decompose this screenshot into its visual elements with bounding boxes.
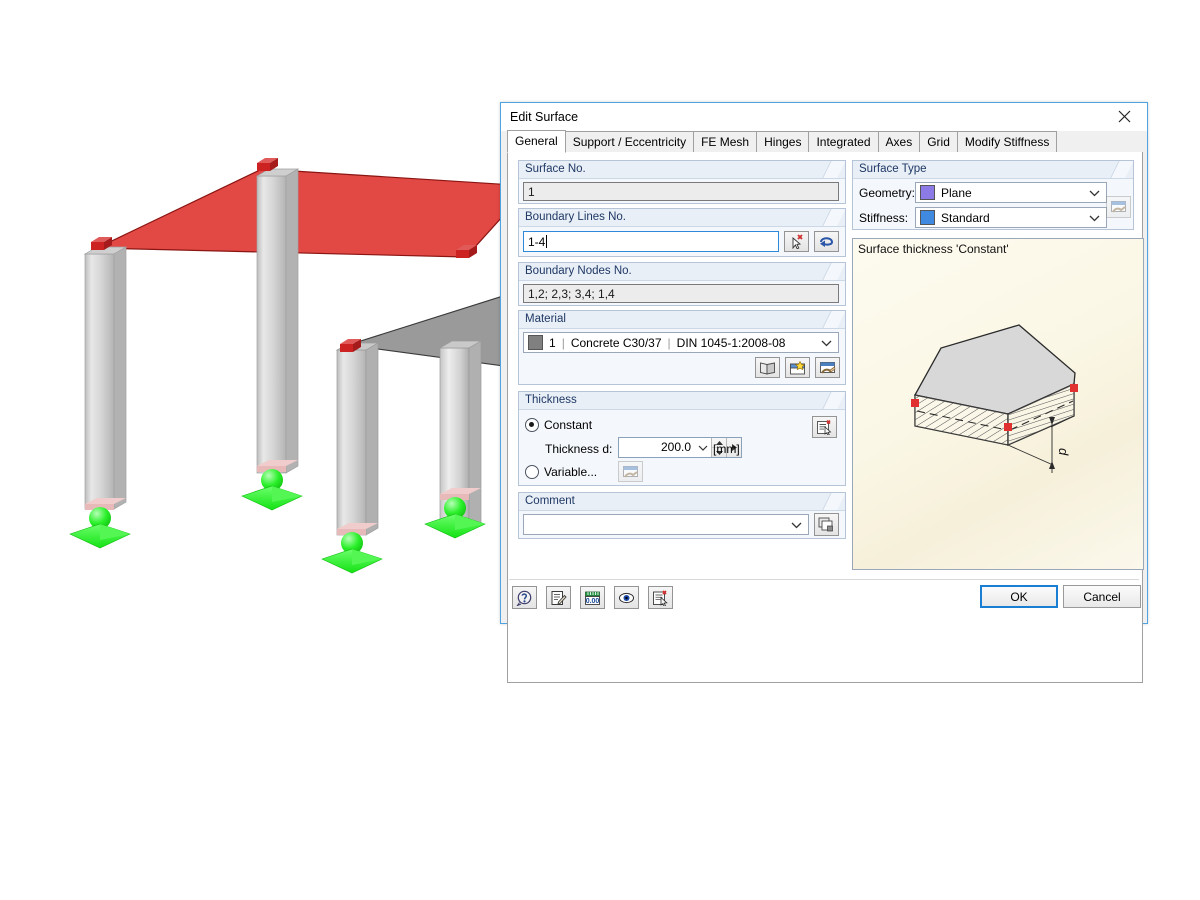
thickness-preview-panel: Surface thickness 'Constant' d [852, 238, 1144, 570]
comment-chevron-down-icon [791, 518, 802, 532]
material-color-swatch [528, 335, 543, 350]
geometry-chevron-down-icon [1089, 186, 1100, 200]
edit-material-icon[interactable] [815, 357, 840, 378]
stiffness-combo[interactable]: Standard [915, 207, 1107, 228]
preview-caption: Surface thickness 'Constant' [858, 242, 1009, 256]
cancel-button[interactable]: Cancel [1063, 585, 1141, 608]
tab-integrated[interactable]: Integrated [808, 131, 879, 152]
material-name: Concrete C30/37 [570, 335, 662, 350]
view-mode-icon[interactable] [614, 586, 639, 609]
thickness-variable-radio-row[interactable]: Variable... [525, 465, 597, 479]
edit-surface-dialog: Edit Surface General Support / Eccentric… [500, 102, 1148, 683]
comment-legend: Comment [519, 493, 845, 511]
dimension-label-d: d [1056, 448, 1071, 456]
chevron-down-icon [821, 336, 832, 350]
thickness-variable-label: Variable... [544, 465, 598, 479]
material-library-icon[interactable] [755, 357, 780, 378]
thickness-d-label: Thickness d: [545, 442, 613, 456]
material-combo[interactable]: 1 | Concrete C30/37 | DIN 1045-1:2008-08 [523, 332, 839, 353]
geometry-value: Plane [941, 185, 972, 200]
material-sep-2: | [667, 335, 671, 350]
pick-lines-icon[interactable] [784, 231, 809, 252]
surface-type-legend: Surface Type [853, 161, 1133, 179]
reverse-orientation-icon[interactable] [814, 231, 839, 252]
column-1[interactable] [83, 246, 128, 510]
comment-combo[interactable] [523, 514, 809, 535]
dialog-bottom-bar: 0.00 OK Cancel [501, 575, 1147, 623]
geometry-color-swatch [920, 185, 935, 200]
material-legend: Material [519, 311, 845, 329]
comment-group: Comment [518, 492, 846, 539]
boundary-nodes-legend: Boundary Nodes No. [519, 263, 845, 281]
boundary-lines-group: Boundary Lines No. 1-4 [518, 208, 846, 257]
thickness-info-icon[interactable] [812, 416, 837, 438]
ok-button[interactable]: OK [980, 585, 1058, 608]
tab-modify-stiffness[interactable]: Modify Stiffness [956, 131, 1058, 152]
dialog-title: Edit Surface [510, 110, 579, 124]
surface-no-group: Surface No. 1 [518, 160, 846, 204]
boundary-lines-input[interactable]: 1-4 [523, 231, 779, 252]
thickness-constant-label: Constant [544, 418, 593, 432]
thickness-d-value[interactable]: 200.0 [619, 438, 695, 457]
thickness-constant-radio-row[interactable]: Constant [525, 418, 592, 432]
text-caret [546, 235, 548, 248]
notes-icon[interactable] [546, 586, 571, 609]
material-sep-1: | [561, 335, 565, 350]
preview-diagram: d [911, 324, 1078, 473]
geometry-label: Geometry: [859, 186, 916, 200]
details-icon[interactable] [648, 586, 673, 609]
bottom-divider [509, 579, 1139, 580]
new-material-icon[interactable] [785, 357, 810, 378]
boundary-lines-value: 1-4 [528, 235, 546, 249]
edit-stiffness-icon[interactable] [1106, 196, 1131, 218]
edit-variable-thickness-icon[interactable] [618, 461, 643, 482]
geometry-combo[interactable]: Plane [915, 182, 1107, 203]
material-group: Material 1 | Concrete C30/37 | DIN 1045-… [518, 310, 846, 385]
support-1[interactable] [69, 498, 131, 549]
material-standard: DIN 1045-1:2008-08 [676, 335, 786, 350]
stiffness-chevron-down-icon [1089, 211, 1100, 225]
tab-hinges[interactable]: Hinges [756, 131, 810, 152]
column-3[interactable] [335, 342, 380, 536]
dialog-title-bar[interactable]: Edit Surface [501, 103, 1147, 131]
svg-text:0.00: 0.00 [586, 598, 600, 605]
tab-general[interactable]: General [507, 130, 566, 153]
material-number: 1 [549, 335, 556, 350]
surface-no-legend: Surface No. [519, 161, 845, 179]
thickness-chevron-down-icon[interactable] [695, 438, 711, 457]
close-icon[interactable] [1102, 103, 1147, 130]
tab-bar: General Support / Eccentricity FE Mesh H… [507, 130, 1141, 153]
tab-axes[interactable]: Axes [877, 131, 921, 152]
boundary-lines-legend: Boundary Lines No. [519, 209, 845, 227]
help-icon[interactable] [512, 586, 537, 609]
stiffness-label: Stiffness: [859, 211, 909, 225]
thickness-group: Thickness Constant Thickness d: 200.0 [m… [518, 391, 846, 486]
column-2[interactable] [255, 168, 300, 474]
stiffness-color-swatch [920, 210, 935, 225]
comment-list-icon[interactable] [814, 513, 839, 536]
thickness-legend: Thickness [519, 392, 845, 410]
radio-constant[interactable] [525, 418, 539, 432]
boundary-nodes-field[interactable]: 1,2; 2,3; 3,4; 1,4 [523, 284, 839, 303]
tab-grid[interactable]: Grid [919, 131, 958, 152]
boundary-nodes-group: Boundary Nodes No. 1,2; 2,3; 3,4; 1,4 [518, 262, 846, 306]
tab-fe-mesh[interactable]: FE Mesh [693, 131, 758, 152]
units-icon[interactable]: 0.00 [580, 586, 605, 609]
surface-no-field[interactable]: 1 [523, 182, 839, 201]
radio-variable[interactable] [525, 465, 539, 479]
stiffness-value: Standard [941, 210, 990, 225]
surface-type-group: Surface Type Geometry: Plane Stiffness: … [852, 160, 1134, 230]
thickness-unit: [mm] [713, 442, 740, 456]
tab-support-eccentricity[interactable]: Support / Eccentricity [564, 131, 695, 152]
